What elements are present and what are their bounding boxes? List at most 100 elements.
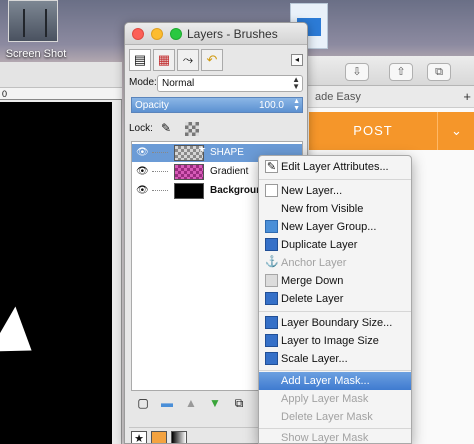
opacity-value: 100.0 <box>258 100 284 111</box>
layer-thumbnail <box>174 183 204 199</box>
menu-item-scale-layer[interactable]: Scale Layer... <box>259 350 411 368</box>
menu-item-label: Show Layer Mask <box>281 432 369 444</box>
menu-item-edit-layer-attributes[interactable]: ✎ Edit Layer Attributes... <box>259 158 411 176</box>
undo-icon[interactable]: ↶ <box>201 49 223 71</box>
mode-value: Normal <box>162 78 195 89</box>
tabs-button[interactable]: ⧉ <box>427 63 451 81</box>
layer-thumbnail <box>174 164 204 180</box>
desktop-file-label: Screen Shot <box>5 48 67 60</box>
opacity-slider[interactable]: Opacity 100.0 ▲ ▼ <box>131 97 303 113</box>
menu-separator <box>259 311 411 312</box>
menu-item-show-layer-mask[interactable]: Show Layer Mask <box>259 429 411 444</box>
menu-item-merge-down[interactable]: Merge Down <box>259 272 411 290</box>
spinner-icon[interactable]: ▲ ▼ <box>293 98 300 112</box>
lock-pixels-icon[interactable]: ✎ <box>161 121 171 135</box>
paths-icon[interactable]: ⤳ <box>177 49 199 71</box>
menu-item-add-layer-mask[interactable]: Add Layer Mask... <box>259 372 411 390</box>
mode-select[interactable]: Normal ▲ ▼ <box>157 75 303 92</box>
menu-item-label: Anchor Layer <box>281 257 347 269</box>
ruler-label: 0 <box>2 89 8 99</box>
browser-tab[interactable]: ade Easy + <box>299 86 474 108</box>
menu-item-label: Apply Layer Mask <box>281 393 369 405</box>
raise-layer-icon[interactable]: ▲ <box>183 395 199 411</box>
layer-name: SHAPE <box>210 147 244 158</box>
menu-item-label: Merge Down <box>281 275 344 287</box>
post-button[interactable]: POST <box>309 112 437 150</box>
updown-icon: ▲ ▼ <box>292 75 300 91</box>
channels-icon[interactable]: ▦ <box>153 49 175 71</box>
white-shape <box>0 306 47 370</box>
duplicate-icon <box>265 238 278 251</box>
menu-item-label: New Layer... <box>281 185 343 197</box>
lock-label: Lock: <box>129 123 153 134</box>
menu-item-label: Layer Boundary Size... <box>281 317 393 329</box>
minimize-button[interactable] <box>151 28 163 40</box>
to-image-size-icon <box>265 334 278 347</box>
image-canvas[interactable] <box>0 102 112 444</box>
menu-item-delete-layer[interactable]: Delete Layer <box>259 290 411 308</box>
menu-item-new-layer[interactable]: New Layer... <box>259 182 411 200</box>
post-options-button[interactable]: ⌄ <box>437 112 474 150</box>
menu-item-layer-to-image-size[interactable]: Layer to Image Size <box>259 332 411 350</box>
new-layer-icon[interactable]: ▢ <box>135 395 151 411</box>
menu-item-label: Scale Layer... <box>281 353 348 365</box>
tab-title: ade Easy <box>315 91 361 103</box>
chain-icon[interactable] <box>152 171 168 172</box>
menu-item-duplicate-layer[interactable]: Duplicate Layer <box>259 236 411 254</box>
layer-context-menu: ✎ Edit Layer Attributes... New Layer... N… <box>258 155 412 444</box>
layer-name: Gradient <box>210 166 249 177</box>
desktop-screenshot-thumbnail[interactable] <box>8 0 58 42</box>
close-button[interactable] <box>132 28 144 40</box>
menu-item-label: New Layer Group... <box>281 221 377 233</box>
menu-item-label: Edit Layer Attributes... <box>281 161 389 173</box>
menu-item-new-layer-group[interactable]: New Layer Group... <box>259 218 411 236</box>
share-button[interactable]: ⇧ <box>389 63 413 81</box>
pattern-icon[interactable] <box>151 431 167 443</box>
chain-icon[interactable] <box>152 152 168 153</box>
layers-icon[interactable]: ▤ <box>129 49 151 71</box>
new-group-icon <box>265 220 278 233</box>
dock-menu-icon[interactable]: ◂ <box>291 54 303 66</box>
eye-icon[interactable]: 👁 <box>136 166 149 177</box>
post-bar: POST ⌄ <box>309 112 474 150</box>
menu-item-new-from-visible[interactable]: New from Visible <box>259 200 411 218</box>
boundary-size-icon <box>265 316 278 329</box>
horizontal-ruler[interactable]: 0 <box>0 88 122 100</box>
mode-label: Mode: <box>129 77 157 88</box>
lower-layer-icon[interactable]: ▼ <box>207 395 223 411</box>
scale-icon <box>265 352 278 365</box>
download-button[interactable]: ⇩ <box>345 63 369 81</box>
eye-icon[interactable]: 👁 <box>136 185 149 196</box>
delete-layer-icon <box>265 292 278 305</box>
menu-item-delete-layer-mask[interactable]: Delete Layer Mask <box>259 408 411 426</box>
mode-row: Mode: Normal ▲ ▼ <box>129 75 305 93</box>
duplicate-icon[interactable]: ⧉ <box>231 395 247 411</box>
gradient-icon[interactable] <box>171 431 187 443</box>
menu-item-apply-layer-mask[interactable]: Apply Layer Mask <box>259 390 411 408</box>
lock-alpha-icon[interactable] <box>185 122 199 136</box>
lock-row: Lock: ✎ <box>129 121 299 137</box>
menu-item-label: Delete Layer Mask <box>281 411 373 423</box>
zoom-button[interactable] <box>170 28 182 40</box>
menu-item-anchor-layer[interactable]: ⚓ Anchor Layer <box>259 254 411 272</box>
merge-down-icon <box>265 274 278 287</box>
eye-icon[interactable]: 👁 <box>136 147 149 158</box>
menu-item-label: Delete Layer <box>281 293 344 305</box>
image-window: 0 <box>0 62 122 444</box>
menu-item-layer-boundary-size[interactable]: Layer Boundary Size... <box>259 314 411 332</box>
titlebar[interactable]: Layers - Brushes <box>125 23 307 45</box>
edit-attributes-icon: ✎ <box>265 160 278 173</box>
brush-icon[interactable]: ★ <box>131 431 147 443</box>
opacity-label: Opacity <box>135 100 169 111</box>
menu-item-label: Add Layer Mask... <box>281 375 370 387</box>
image-window-toolbar <box>0 62 122 88</box>
menu-item-label: Duplicate Layer <box>281 239 358 251</box>
star-icon: ★ <box>198 144 207 154</box>
new-group-icon[interactable]: ▬ <box>159 395 175 411</box>
window-title: Layers - Brushes <box>187 27 278 41</box>
new-layer-icon <box>265 184 278 197</box>
menu-item-label: New from Visible <box>281 203 364 215</box>
chain-icon[interactable] <box>152 190 168 191</box>
new-tab-button[interactable]: + <box>463 86 471 108</box>
menu-separator <box>259 179 411 180</box>
